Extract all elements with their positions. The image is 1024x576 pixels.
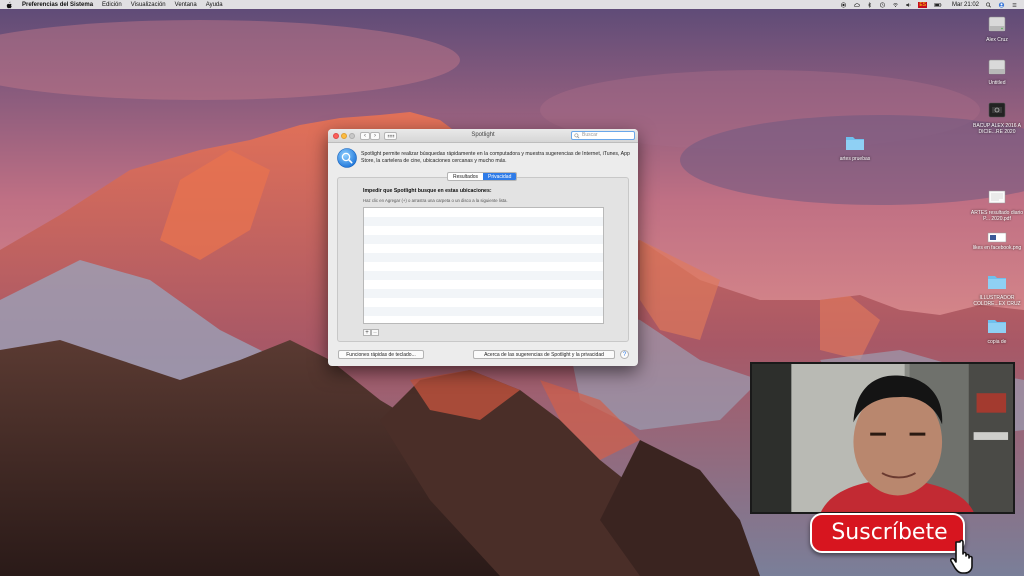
time-machine-icon[interactable]	[879, 1, 886, 8]
preferences-search-field[interactable]: Buscar	[571, 131, 635, 140]
list-row[interactable]	[364, 289, 603, 298]
hard-drive-icon	[988, 16, 1006, 32]
search-placeholder: Buscar	[582, 132, 598, 138]
desktop-icon-label: artes pruebas	[839, 156, 871, 162]
list-edit-buttons: + –	[363, 329, 379, 336]
list-row[interactable]	[364, 298, 603, 307]
desktop-icon-artes-pruebas[interactable]: artes pruebas	[826, 132, 884, 162]
excluded-locations-list[interactable]	[363, 207, 604, 324]
desktop-icon-label: Alex Cruz	[986, 37, 1008, 43]
wifi-icon[interactable]	[892, 2, 899, 8]
pointing-hand-cursor-icon	[950, 539, 973, 574]
battery-icon[interactable]	[933, 2, 943, 8]
record-icon[interactable]	[840, 1, 847, 8]
spotlight-magnifier-icon	[337, 148, 357, 168]
desktop-icon-copia[interactable]: copia de	[968, 315, 1024, 345]
folder-icon	[988, 276, 1006, 289]
privacy-hint: Haz clic en Agregar (+) o arrastra una c…	[363, 198, 508, 203]
add-location-button[interactable]: +	[363, 329, 371, 336]
spotlight-preferences-window: ‹ › Spotlight Buscar Spotlight permite r…	[328, 129, 638, 366]
desktop-icon-untitled[interactable]: Untitled	[968, 56, 1024, 86]
menu-bar: Preferencias del Sistema Edición Visuali…	[0, 0, 1024, 9]
window-titlebar[interactable]: ‹ › Spotlight Buscar	[328, 129, 638, 143]
menu-edicion[interactable]: Edición	[102, 2, 122, 8]
menu-app-name[interactable]: Preferencias del Sistema	[22, 2, 93, 8]
privacy-heading: Impedir que Spotlight busque en estas ub…	[363, 188, 492, 194]
notification-center-icon[interactable]	[1011, 2, 1018, 8]
tab-privacidad[interactable]: Privacidad	[483, 173, 517, 180]
desktop-icon-bacup[interactable]: BACUP ALEX 2016 A DICIE...RE 2020	[968, 99, 1024, 135]
hard-drive-icon	[988, 59, 1006, 75]
image-file-icon	[987, 232, 1007, 243]
list-row[interactable]	[364, 262, 603, 271]
segmented-tabs: Resultados Privacidad	[447, 172, 518, 181]
list-row[interactable]	[364, 235, 603, 244]
pdf-document-icon	[988, 190, 1006, 204]
list-row[interactable]	[364, 307, 603, 316]
desktop-icon-label: BACUP ALEX 2016 A DICIE...RE 2020	[973, 123, 1021, 135]
list-row[interactable]	[364, 253, 603, 262]
list-row[interactable]	[364, 280, 603, 289]
input-source-flag[interactable]: ES	[918, 1, 927, 8]
list-row[interactable]	[364, 226, 603, 235]
desktop-icon-label: ARTES resultado diario P... 2020.pdf	[970, 210, 1024, 222]
list-row[interactable]	[364, 217, 603, 226]
folder-icon	[846, 137, 864, 150]
cloud-icon[interactable]	[853, 2, 861, 8]
bluetooth-icon[interactable]	[866, 1, 873, 8]
subscribe-label: Suscríbete	[831, 520, 948, 545]
keyboard-shortcuts-button[interactable]: Funciones rápidas de teclado...	[338, 350, 424, 359]
search-icon	[574, 133, 580, 139]
menu-ventana[interactable]: Ventana	[175, 2, 197, 8]
menu-ayuda[interactable]: Ayuda	[206, 2, 223, 8]
desktop-icon-illustrador[interactable]: ILLUSTRADOR COLORE...EX CRUZ	[968, 271, 1024, 307]
menu-visualizacion[interactable]: Visualización	[131, 2, 166, 8]
desktop-icon-label: copia de	[987, 339, 1007, 345]
desktop-icon-label: Untitled	[988, 80, 1006, 86]
webcam-overlay	[750, 362, 1015, 514]
list-row[interactable]	[364, 244, 603, 253]
external-drive-icon	[988, 102, 1006, 118]
apple-menu-icon[interactable]	[6, 1, 14, 9]
menu-clock[interactable]: Mar 21:02	[952, 2, 979, 8]
list-row[interactable]	[364, 208, 603, 217]
volume-icon[interactable]	[905, 2, 912, 8]
spotlight-description: Spotlight permite realizar búsquedas ráp…	[361, 151, 630, 164]
help-button[interactable]: ?	[620, 350, 629, 359]
list-row[interactable]	[364, 271, 603, 280]
remove-location-button[interactable]: –	[371, 329, 379, 336]
about-suggestions-privacy-button[interactable]: Acerca de las sugerencias de Spotlight y…	[473, 350, 615, 359]
folder-icon	[988, 320, 1006, 333]
tab-resultados[interactable]: Resultados	[448, 173, 483, 180]
desktop-icon-alex-cruz[interactable]: Alex Cruz	[968, 13, 1024, 43]
user-avatar-icon[interactable]	[998, 1, 1005, 8]
desktop-icon-likes-facebook[interactable]: likes en facebook.png	[968, 231, 1024, 251]
subscribe-badge[interactable]: Suscríbete	[810, 513, 965, 553]
privacy-panel: Impedir que Spotlight busque en estas ub…	[337, 177, 629, 342]
spotlight-search-icon[interactable]	[985, 2, 992, 8]
desktop-icon-label: likes en facebook.png	[972, 245, 1022, 251]
desktop-icon-label: ILLUSTRADOR COLORE...EX CRUZ	[973, 295, 1021, 307]
desktop-icon-artes-resultado[interactable]: ARTES resultado diario P... 2020.pdf	[968, 186, 1024, 222]
